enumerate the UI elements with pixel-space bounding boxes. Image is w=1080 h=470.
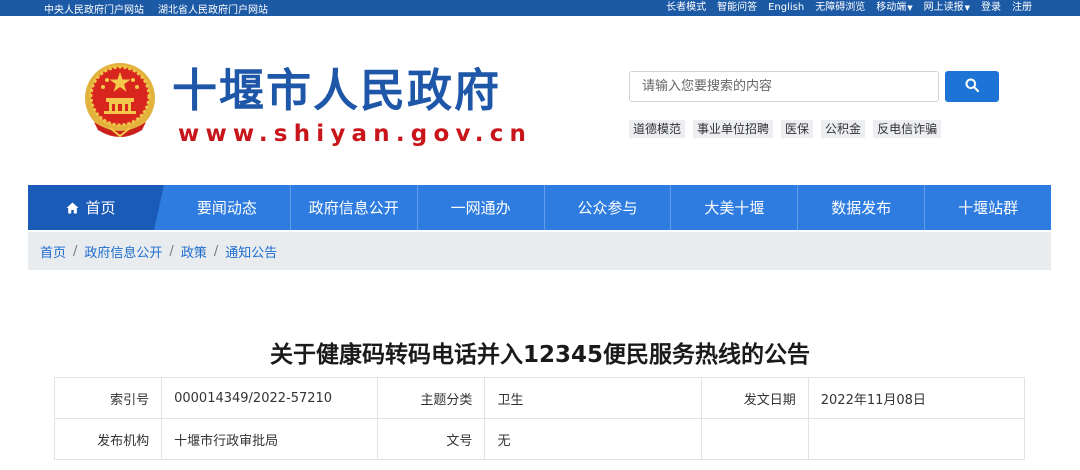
nav-home[interactable]: 首页: [28, 185, 164, 230]
breadcrumb-separator: /: [169, 243, 174, 259]
link-epaper-label: 网上读报: [923, 2, 964, 13]
meta-label-doc-no: 文号: [377, 418, 486, 460]
nav-site-group[interactable]: 十堰站群: [924, 185, 1051, 230]
link-login-label: 登录: [981, 2, 1001, 13]
link-register-label: 注册: [1012, 2, 1032, 13]
meta-value-doc-no: 无: [484, 418, 702, 460]
breadcrumb-home[interactable]: 首页: [40, 242, 66, 261]
link-smart-qa-label: 智能问答: [717, 2, 758, 13]
nav-beautiful-shiyan[interactable]: 大美十堰: [670, 185, 797, 230]
link-smart-qa[interactable]: 智能问答: [717, 1, 757, 15]
link-english-label: English: [768, 2, 805, 13]
article-meta-table: 索引号 000014349/2022-57210 主题分类 卫生 发文日期 20…: [53, 377, 1026, 460]
link-accessibility[interactable]: 无障碍浏览: [815, 1, 865, 15]
nav-news[interactable]: 要闻动态: [164, 185, 290, 230]
link-login[interactable]: 登录: [981, 1, 1001, 15]
breadcrumb: 首页 / 政府信息公开 / 政策 / 通知公告: [28, 232, 1051, 270]
link-hubei-gov[interactable]: 湖北省人民政府门户网站: [158, 1, 268, 16]
nav-data-release[interactable]: 数据发布: [797, 185, 924, 230]
top-utility-bar: 中央人民政府门户网站 湖北省人民政府门户网站 长者模式 智能问答 English…: [0, 0, 1080, 16]
nav-home-label: 首页: [85, 199, 116, 217]
meta-label-issuer: 发布机构: [53, 418, 163, 460]
hotword-moral-model[interactable]: 道德模范: [629, 120, 686, 138]
meta-label-date: 发文日期: [700, 377, 809, 419]
link-elder-mode[interactable]: 长者模式: [666, 1, 706, 15]
hotword-anti-fraud[interactable]: 反电信诈骗: [873, 120, 942, 138]
top-left-links: 中央人民政府门户网站 湖北省人民政府门户网站: [44, 1, 268, 16]
site-url: www.shiyan.gov.cn: [178, 121, 533, 147]
meta-label-topic: 主题分类: [377, 377, 486, 419]
link-epaper[interactable]: 网上读报▼: [924, 1, 970, 15]
search-button[interactable]: [945, 71, 999, 102]
breadcrumb-policy[interactable]: 政策: [181, 242, 207, 261]
caret-down-icon: ▼: [907, 4, 913, 12]
breadcrumb-notices[interactable]: 通知公告: [225, 242, 277, 261]
nav-gov-info[interactable]: 政府信息公开: [289, 185, 417, 230]
link-accessibility-label: 无障碍浏览: [815, 2, 866, 13]
meta-value-issuer: 十堰市行政审批局: [161, 418, 379, 460]
table-row: 索引号 000014349/2022-57210 主题分类 卫生 发文日期 20…: [53, 377, 1026, 419]
link-mobile-label: 移动端: [876, 2, 907, 13]
breadcrumb-gov-info[interactable]: 政府信息公开: [84, 242, 162, 261]
article-title: 关于健康码转码电话并入12345便民服务热线的公告: [269, 342, 811, 368]
link-english[interactable]: English: [768, 1, 804, 15]
home-icon: [66, 202, 79, 213]
meta-value-topic: 卫生: [484, 377, 702, 419]
hotword-recruitment[interactable]: 事业单位招聘: [693, 120, 774, 138]
link-mobile[interactable]: 移动端▼: [876, 1, 912, 15]
nav-public-participation[interactable]: 公众参与: [543, 185, 671, 230]
national-emblem-icon: [85, 63, 155, 138]
breadcrumb-separator: /: [73, 243, 78, 259]
table-row: 发布机构 十堰市行政审批局 文号 无: [53, 418, 1026, 460]
caret-down-icon: ▼: [964, 4, 970, 12]
hotword-housing-fund[interactable]: 公积金: [821, 120, 866, 138]
link-central-gov[interactable]: 中央人民政府门户网站: [44, 1, 144, 16]
link-register[interactable]: 注册: [1012, 1, 1032, 15]
link-elder-mode-label: 长者模式: [666, 2, 707, 13]
hot-search-words: 道德模范 事业单位招聘 医保 公积金 反电信诈骗: [629, 120, 942, 138]
meta-label-index-no: 索引号: [53, 377, 163, 419]
meta-empty-cell: [700, 418, 809, 460]
meta-value-index-no: 000014349/2022-57210: [161, 377, 379, 419]
meta-empty-cell: [807, 418, 1026, 460]
nav-one-stop[interactable]: 一网通办: [416, 185, 544, 230]
breadcrumb-separator: /: [213, 243, 219, 259]
top-right-links: 长者模式 智能问答 English 无障碍浏览 移动端▼ 网上读报▼ 登录 注册: [666, 1, 1032, 15]
main-nav: 首页 要闻动态 政府信息公开 一网通办 公众参与 大美十堰 数据发布 十堰站群: [28, 185, 1051, 230]
site-title[interactable]: 十堰市人民政府: [172, 62, 501, 120]
meta-value-date: 2022年11月08日: [807, 377, 1026, 419]
hotword-medical-insurance[interactable]: 医保: [781, 120, 814, 138]
search-input[interactable]: [629, 71, 939, 102]
search-icon: [965, 78, 980, 93]
